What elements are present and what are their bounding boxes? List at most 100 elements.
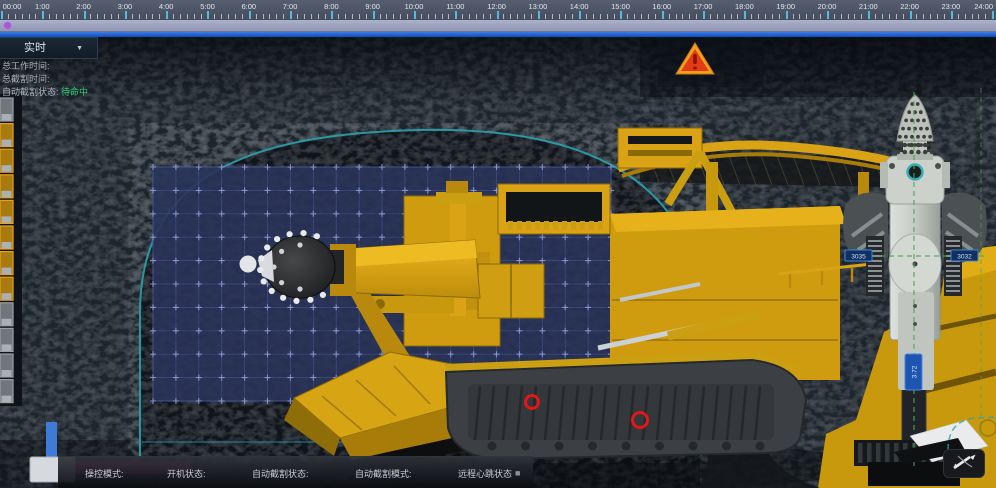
minor-tick: [765, 14, 766, 19]
svg-text:3.72: 3.72: [912, 365, 919, 378]
minor-tick: [524, 14, 525, 19]
minor-tick: [848, 14, 849, 19]
laser-target-dot: [240, 256, 257, 273]
hour-tick: [42, 11, 44, 19]
minor-tick: [70, 14, 71, 19]
minor-tick: [352, 14, 353, 19]
minor-tick: [944, 14, 945, 19]
timeline-hour-label: 21:00: [859, 2, 878, 11]
minor-tick: [799, 14, 800, 19]
minor-tick: [689, 14, 690, 19]
crawler-track: [444, 352, 806, 459]
hour-tick: [662, 11, 664, 19]
minor-tick: [235, 14, 236, 19]
timeline-hour-label: 2:00: [76, 2, 91, 11]
measurement-label-left: 3035: [845, 250, 872, 261]
minor-tick: [503, 14, 504, 19]
timeline-hour-label: 11:00: [446, 2, 464, 11]
scene-3d-viewport[interactable]: 3035 3032 3.72: [0, 0, 996, 488]
minor-tick: [552, 14, 553, 19]
minor-tick: [813, 14, 814, 19]
time-mode-label: 实时: [24, 38, 46, 58]
minor-tick: [393, 14, 394, 19]
annotation-pen-button[interactable]: [943, 449, 985, 478]
minor-tick: [985, 14, 986, 19]
minor-tick: [269, 14, 270, 19]
minor-tick: [338, 14, 339, 19]
minor-tick: [345, 14, 346, 19]
minor-tick: [56, 14, 57, 19]
status-bar: ■ 操控模式:开机状态:自动截割状态:自动截割模式:远程心跳状态: [58, 456, 533, 488]
minor-tick: [882, 14, 883, 19]
timeline-hour-label: 4:00: [159, 2, 174, 11]
minor-tick: [104, 14, 105, 19]
minor-tick: [462, 14, 463, 19]
minor-tick: [627, 14, 628, 19]
minor-tick: [572, 14, 573, 19]
minor-tick: [978, 14, 979, 19]
minor-tick: [180, 14, 181, 19]
minor-tick: [614, 14, 615, 19]
minor-tick: [421, 14, 422, 19]
status-row: 自动截割状态: 待命中: [2, 86, 88, 99]
minor-tick: [63, 14, 64, 19]
minor-tick: [256, 14, 257, 19]
heartbeat-indicator: ■: [515, 468, 520, 478]
minor-tick: [559, 14, 560, 19]
minor-tick: [311, 14, 312, 19]
minor-tick: [655, 14, 656, 19]
accent-divider: [0, 32, 996, 37]
timeline-hour-label: 12:00: [487, 2, 506, 11]
minor-tick: [214, 14, 215, 19]
minor-tick: [159, 14, 160, 19]
minor-tick: [469, 14, 470, 19]
hour-tick: [744, 11, 746, 19]
hour-tick: [455, 11, 457, 19]
minor-tick: [861, 14, 862, 19]
hour-tick: [125, 11, 127, 19]
status-bar-item: 开机状态:: [167, 467, 206, 480]
status-bar-item: 操控模式:: [85, 467, 124, 480]
chevron-down-icon: ▼: [76, 39, 83, 59]
minor-tick: [820, 14, 821, 19]
hour-tick: [579, 11, 581, 19]
minor-tick: [565, 14, 566, 19]
minor-tick: [276, 14, 277, 19]
hour-tick: [827, 11, 829, 19]
hour-tick: [497, 11, 499, 19]
minor-tick: [187, 14, 188, 19]
minor-tick: [318, 14, 319, 19]
timeline-track[interactable]: [0, 20, 996, 32]
time-mode-dropdown[interactable]: 实时 ▼: [0, 37, 98, 59]
auto-cut-state-value: 待命中: [61, 87, 88, 97]
timeline-ruler[interactable]: 00:001:002:003:004:005:006:007:008:009:0…: [0, 0, 996, 20]
svg-text:3032: 3032: [957, 254, 972, 261]
minor-tick: [139, 14, 140, 19]
alert-panel: [658, 37, 764, 87]
hour-tick: [868, 11, 870, 19]
minor-tick: [937, 14, 938, 19]
minor-tick: [772, 14, 773, 19]
drill-sensor-ring: [908, 165, 923, 180]
minor-tick: [593, 14, 594, 19]
minor-tick: [173, 14, 174, 19]
timeline-hour-label: 13:00: [529, 2, 548, 11]
minor-tick: [132, 14, 133, 19]
minor-tick: [407, 14, 408, 19]
timeline-hour-label: 17:00: [694, 2, 713, 11]
minor-tick: [676, 14, 677, 19]
minor-tick: [923, 14, 924, 19]
playhead-marker[interactable]: [4, 22, 11, 29]
timeline-hour-label: 15:00: [611, 2, 630, 11]
minor-tick: [758, 14, 759, 19]
minor-tick: [118, 14, 119, 19]
left-machinery-strip: [0, 94, 22, 406]
minor-tick: [531, 14, 532, 19]
hour-tick: [620, 11, 622, 19]
minor-tick: [77, 14, 78, 19]
minor-tick: [428, 14, 429, 19]
minor-tick: [201, 14, 202, 19]
minor-tick: [965, 14, 966, 19]
minor-tick: [49, 14, 50, 19]
minor-tick: [22, 14, 23, 19]
